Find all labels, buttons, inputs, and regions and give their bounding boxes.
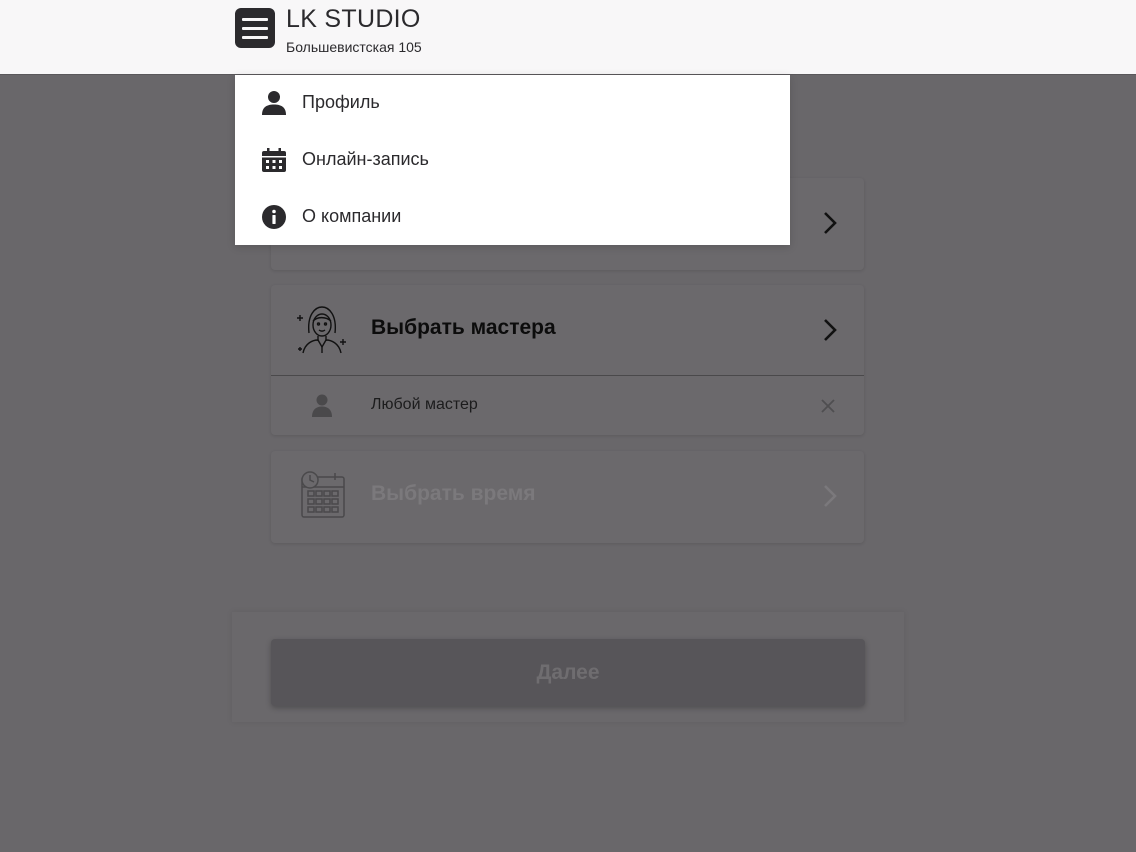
hamburger-icon-line [242,26,268,30]
selected-master-label: Любой мастер [371,396,478,413]
studio-address: Большевистская 105 [286,39,422,55]
calendar-icon [262,148,286,172]
choose-time-row[interactable]: Выбрать время [271,451,864,541]
menu-item-label: О компании [302,206,402,226]
chevron-right-icon [824,319,837,341]
hamburger-icon-line [242,35,268,39]
app-header: LK STUDIO Большевистская 105 [0,0,1136,75]
close-icon[interactable] [820,398,836,414]
master-step-card: Выбрать мастера Любой мастер [271,285,864,435]
info-icon [262,205,286,229]
hamburger-icon-line [242,17,268,21]
calendar-clock-icon [301,471,345,518]
time-step-card: Выбрать время [271,451,864,543]
menu-item-label: Онлайн-запись [302,149,429,169]
menu-item-profile[interactable]: Профиль [235,75,790,132]
master-woman-icon [297,306,346,354]
menu-item-online-booking[interactable]: Онлайн-запись [235,132,790,189]
user-icon [262,91,286,115]
choose-master-row[interactable]: Выбрать мастера [271,285,864,375]
navigation-dropdown: Профиль Онлайн-запись О компании [235,75,790,245]
chevron-right-icon [824,212,837,234]
menu-item-about-company[interactable]: О компании [235,189,790,246]
studio-title: LK STUDIO [286,5,421,33]
menu-item-label: Профиль [302,92,380,112]
selected-master-row: Любой мастер [271,376,864,435]
next-button[interactable]: Далее [271,639,865,706]
hamburger-menu-button[interactable] [235,8,275,48]
choose-master-title: Выбрать мастера [371,316,556,339]
choose-time-title: Выбрать время [371,482,536,505]
user-icon [312,394,332,417]
chevron-right-icon [824,485,837,507]
